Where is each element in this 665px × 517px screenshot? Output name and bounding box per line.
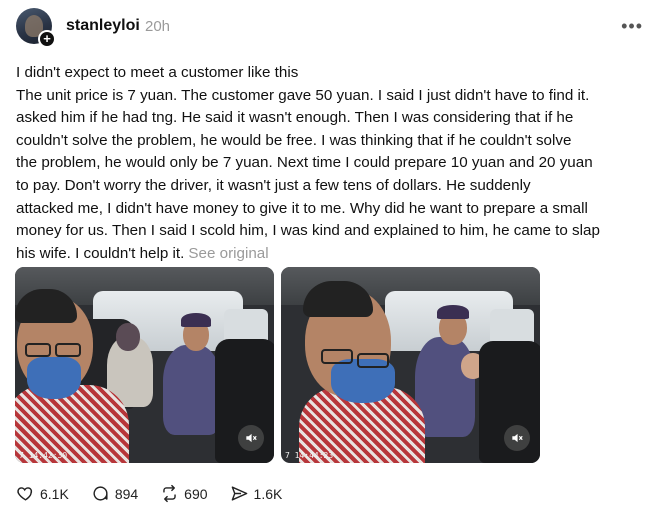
share-count: 1.6K [253, 485, 283, 502]
mute-icon [512, 433, 523, 443]
comment-icon [93, 486, 108, 501]
like-button[interactable]: 6.1K [16, 484, 69, 503]
dashcam-scene [281, 267, 540, 463]
more-options-button[interactable]: ••• [621, 16, 643, 37]
comment-count: 894 [114, 485, 139, 502]
follow-plus-icon[interactable]: + [38, 30, 56, 48]
post-line-text: his wife. I couldn't help it. [16, 244, 185, 262]
post-timestamp: 20h [145, 18, 171, 35]
username[interactable]: stanleyloi [66, 17, 140, 35]
post-line: money for us. Then I said I scold him, I… [16, 222, 600, 240]
mute-button[interactable] [504, 425, 530, 451]
post-actions: 6.1K 894 690 1.6K [16, 484, 304, 503]
post-line: attacked me, I didn't have money to give… [16, 199, 588, 217]
comment-button[interactable]: 894 [91, 484, 138, 503]
share-icon [231, 486, 247, 501]
mute-button[interactable] [238, 425, 264, 451]
post-body: I didn't expect to meet a customer like … [16, 62, 646, 265]
mute-icon [246, 433, 257, 443]
video-thumbnail-1[interactable]: 7 14:42:30 [15, 267, 274, 463]
repost-icon [163, 484, 176, 503]
heart-icon [17, 487, 33, 501]
share-button[interactable]: 1.6K [230, 484, 283, 503]
repost-button[interactable]: 690 [160, 484, 208, 503]
see-original-link[interactable]: See original [188, 245, 268, 262]
post-line: couldn't solve the problem, he would be … [16, 131, 572, 149]
avatar[interactable]: + [16, 8, 56, 48]
video-timestamp: 7 14:44:23 [285, 451, 334, 460]
ellipsis-icon: ••• [621, 16, 643, 36]
dashcam-scene [15, 267, 274, 463]
repost-count: 690 [184, 485, 208, 502]
post-line-last: his wife. I couldn't help it. See origina… [16, 243, 646, 266]
post-line: the problem, he would only be 7 yuan. Ne… [16, 154, 593, 172]
post-line: The unit price is 7 yuan. The customer g… [16, 86, 590, 104]
post-line: asked him if he had tng. He said it wasn… [16, 109, 574, 127]
like-count: 6.1K [40, 485, 69, 502]
video-timestamp: 7 14:42:30 [19, 451, 68, 460]
post-line: to pay. Don't worry the driver, it wasn'… [16, 176, 531, 194]
video-thumbnail-2[interactable]: 7 14:44:23 [281, 267, 540, 463]
post-line: I didn't expect to meet a customer like … [16, 64, 299, 81]
